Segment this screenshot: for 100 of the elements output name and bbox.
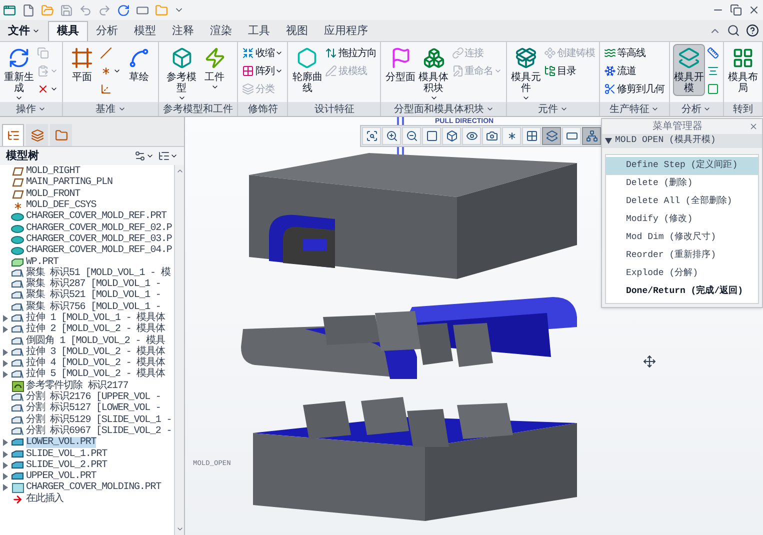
menu-item[interactable]: Modify (修改) xyxy=(606,211,758,229)
caret-icon[interactable] xyxy=(146,152,154,160)
view-toolbar-button[interactable] xyxy=(362,127,381,145)
tree-item[interactable]: 参考零件切除 标识2177 xyxy=(26,380,128,392)
menu-item[interactable]: Reorder (重新排序) xyxy=(606,247,758,265)
ribbon-tab[interactable]: 工具 xyxy=(240,21,278,41)
ribbon-button[interactable]: 轮廓曲线 xyxy=(291,44,324,96)
ribbon-button[interactable]: 等高线 xyxy=(603,44,666,62)
ribbon-button[interactable]: 模具布局 xyxy=(726,44,759,96)
expand-arrow-icon[interactable] xyxy=(2,439,8,446)
ribbon-tab[interactable]: 应用程序 xyxy=(316,21,376,41)
tree-item[interactable]: 倒圆角 1 [MOLD_VOL_2 - 模具 xyxy=(26,336,165,347)
navigator-tab[interactable] xyxy=(26,124,48,146)
scrollbar[interactable] xyxy=(174,165,184,535)
tree-item[interactable]: 分割 标识5129 [SLIDE_VOL_1 - xyxy=(26,414,172,426)
expand-arrow-icon[interactable] xyxy=(2,484,8,492)
menu-item[interactable]: Delete (删除) xyxy=(606,175,758,193)
menu-item[interactable]: Mod Dim (修改尺寸) xyxy=(606,229,758,247)
tree-item[interactable]: 聚集 标识521 [MOLD_VOL_1 - xyxy=(26,290,161,302)
view-toolbar-button[interactable] xyxy=(462,127,481,145)
tree-item[interactable]: 拉伸 2 [MOLD_VOL_2 - 模具体 xyxy=(26,324,165,336)
ribbon-button[interactable]: 拖拉方向 xyxy=(324,44,378,62)
view-toolbar-button[interactable] xyxy=(422,127,441,145)
expand-arrow-icon[interactable] xyxy=(2,326,8,334)
ribbon-button[interactable]: 模具开模 xyxy=(672,44,705,96)
group-label[interactable]: 基准 xyxy=(63,102,158,116)
tree-item[interactable]: MOLD_FRONT xyxy=(26,188,80,200)
group-label[interactable]: 分型面和模具体积块 xyxy=(381,102,506,116)
navigator-tab[interactable] xyxy=(50,124,72,146)
menu-item[interactable]: Explode (分解) xyxy=(606,265,758,283)
expand-arrow-icon[interactable] xyxy=(2,450,8,458)
view-toolbar-button[interactable] xyxy=(442,127,461,145)
ribbon-button[interactable]: 分型面 xyxy=(384,44,417,85)
tree-item[interactable]: 聚集 标识287 [MOLD_VOL_1 - xyxy=(26,279,161,290)
tree-item[interactable]: 拉伸 3 [MOLD_VOL_2 - 模具体 xyxy=(26,346,165,358)
tree-item[interactable]: CHARGER_COVER_MOLD_REF.PRT xyxy=(26,211,166,222)
tree-item[interactable]: LOWER_VOL.PRT xyxy=(26,437,96,448)
ribbon-button[interactable]: 流道 xyxy=(603,62,666,80)
tree-item[interactable]: 分割 标识2176 [UPPER_VOL - xyxy=(26,392,161,404)
view-toolbar-button[interactable] xyxy=(542,127,561,145)
expand-arrow-icon[interactable] xyxy=(2,462,8,469)
menu-section-header[interactable]: MOLD OPEN (模具开模) xyxy=(602,134,762,148)
tree-item[interactable]: 聚集 标识51 [MOLD_VOL_1 - 模 xyxy=(26,268,170,279)
ribbon-button[interactable]: 工件 xyxy=(198,44,231,93)
view-toolbar-button[interactable] xyxy=(522,127,541,145)
tree-item[interactable]: UPPER_VOL.PRT xyxy=(26,471,96,482)
view-toolbar-button[interactable] xyxy=(562,127,581,145)
tree-item[interactable]: CHARGER_COVER_MOLD_REF_02.P xyxy=(26,222,172,234)
ribbon-tab[interactable]: 视图 xyxy=(278,21,316,41)
tree-item[interactable]: MOLD_DEF_CSYS xyxy=(26,200,96,212)
view-toolbar-button[interactable] xyxy=(482,127,501,145)
ribbon-button[interactable]: 重新生成 xyxy=(3,44,36,104)
file-menu[interactable]: 文件 xyxy=(0,21,48,41)
expand-arrow-icon[interactable] xyxy=(2,371,8,378)
tree-item[interactable]: 拉伸 1 [MOLD_VOL_1 - 模具体 xyxy=(26,313,165,324)
close-icon[interactable] xyxy=(748,4,760,16)
group-label[interactable]: 生产特征 xyxy=(600,102,669,116)
expand-arrow-icon[interactable] xyxy=(2,315,8,322)
restore-icon[interactable] xyxy=(730,4,742,16)
group-label[interactable]: 分析 xyxy=(670,102,723,116)
expand-arrow-icon[interactable] xyxy=(2,473,8,480)
tree-item[interactable]: CHARGER_COVER_MOLDING.PRT xyxy=(26,482,162,494)
ribbon-button[interactable]: 目录 xyxy=(543,62,596,80)
group-label[interactable]: 操作 xyxy=(0,102,62,116)
tree-item[interactable]: 拉伸 5 [MOLD_VOL_2 - 模具体 xyxy=(26,369,165,380)
ribbon-tab[interactable]: 注释 xyxy=(164,21,202,41)
ribbon-button[interactable]: 模具体积块 xyxy=(418,44,450,104)
tree-item[interactable]: CHARGER_COVER_MOLD_REF_03.P xyxy=(26,234,172,245)
navigator-tab[interactable] xyxy=(2,124,24,146)
close-icon[interactable] xyxy=(749,122,758,131)
tree-item[interactable]: CHARGER_COVER_MOLD_REF_04.P xyxy=(26,245,172,256)
ribbon-tab[interactable]: 模具 xyxy=(48,21,88,41)
expand-arrow-icon[interactable] xyxy=(2,360,8,368)
ribbon-button[interactable]: 平面 xyxy=(66,44,98,85)
ribbon-button[interactable]: 收缩 xyxy=(241,44,284,62)
app-icon[interactable] xyxy=(3,4,16,16)
tree-item[interactable]: MAIN_PARTING_PLN xyxy=(26,177,112,188)
view-toolbar-button[interactable] xyxy=(382,127,401,145)
tree-item[interactable]: 聚集 标识756 [MOLD_VOL_1 - xyxy=(26,302,161,313)
tree-item[interactable]: 分割 标识6967 [SLIDE_VOL_2 - xyxy=(26,426,172,437)
caret-icon[interactable] xyxy=(170,152,178,160)
tree-item[interactable]: 在此插入 xyxy=(26,494,64,505)
group-label[interactable]: 元件 xyxy=(507,102,600,116)
ribbon-tab[interactable]: 分析 xyxy=(88,21,126,41)
ribbon-button[interactable]: 草绘 xyxy=(123,44,156,85)
regenerate-icon[interactable] xyxy=(117,4,130,16)
list-icon[interactable] xyxy=(158,150,170,162)
view-toolbar-button[interactable] xyxy=(402,127,421,145)
window-icon[interactable] xyxy=(136,4,149,16)
menu-item[interactable]: Define Step (定义间距) xyxy=(606,157,758,175)
help-icon[interactable] xyxy=(746,24,759,37)
search-icon[interactable] xyxy=(727,24,740,37)
ribbon-button[interactable]: 阵列 xyxy=(241,62,284,80)
view-toolbar-button[interactable] xyxy=(502,127,521,145)
tree-item[interactable]: WP.PRT xyxy=(26,256,58,268)
menu-item[interactable]: Done/Return (完成/返回) xyxy=(606,283,758,301)
ribbon-tab[interactable]: 模型 xyxy=(126,21,164,41)
new-file-icon[interactable] xyxy=(22,4,35,16)
settings-icon[interactable] xyxy=(134,150,146,162)
tree-item[interactable]: SLIDE_VOL_1.PRT xyxy=(26,448,108,460)
